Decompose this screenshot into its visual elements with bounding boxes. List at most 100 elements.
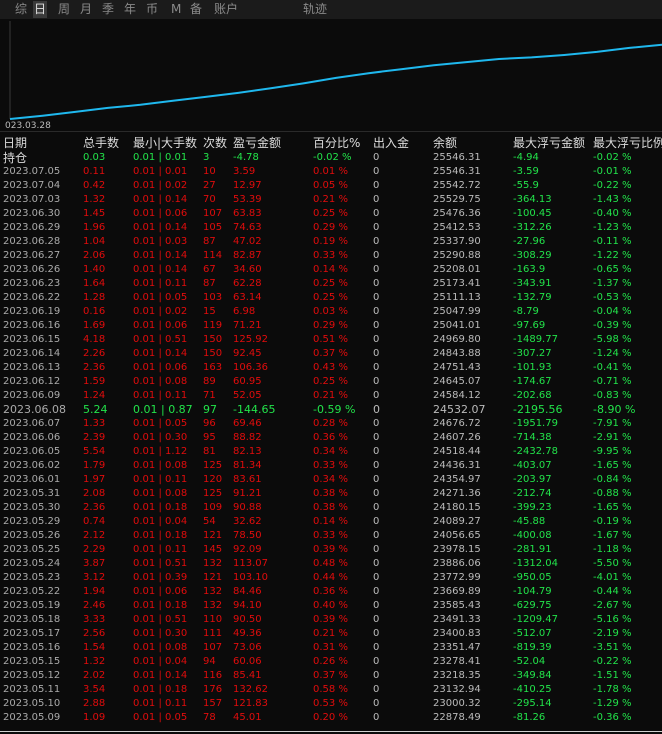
- cell-trade-count: 54: [203, 516, 216, 527]
- cell-balance: 25476.36: [433, 208, 481, 219]
- table-row[interactable]: 2023.05.11 3.54 0.01 | 0.18 176 132.62 0.58 %…: [0, 683, 662, 697]
- table-row[interactable]: 2023.05.16 1.54 0.01 | 0.08 107 73.06 0.31 % 0…: [0, 641, 662, 655]
- table-row[interactable]: 2023.06.23 1.64 0.01 | 0.11 87 62.28 0.25 % 0 2…: [0, 277, 662, 291]
- table-row[interactable]: 2023.06.09 1.24 0.01 | 0.11 71 52.05 0.21 % 0 2…: [0, 389, 662, 403]
- table-row[interactable]: 2023.06.02 1.79 0.01 | 0.08 125 81.34 0.33 % 0…: [0, 459, 662, 473]
- holding-max-floating-loss: -4.94: [513, 152, 539, 163]
- cell-balance: 25542.72: [433, 180, 481, 191]
- table-row[interactable]: 2023.05.24 3.87 0.01 | 0.51 132 113.07 0.48 %…: [0, 557, 662, 571]
- cell-max-floating-loss: -101.93: [513, 362, 552, 373]
- cell-pnl-amount: 53.39: [233, 194, 262, 205]
- table-row[interactable]: 2023.06.07 1.33 0.01 | 0.05 96 69.46 0.28 % 0 2…: [0, 417, 662, 431]
- table-row[interactable]: 2023.06.29 1.96 0.01 | 0.14 105 74.63 0.29 % 0…: [0, 221, 662, 235]
- table-row[interactable]: 2023.07.05 0.11 0.01 | 0.01 10 3.59 0.01 % 0 25…: [0, 165, 662, 179]
- table-row[interactable]: 2023.06.30 1.45 0.01 | 0.06 107 63.83 0.25 % 0…: [0, 207, 662, 221]
- cell-deposit-withdraw: 0: [373, 362, 380, 373]
- cell-trade-count: 71: [203, 390, 216, 401]
- table-row[interactable]: 2023.06.27 2.06 0.01 | 0.14 114 82.87 0.33 % 0…: [0, 249, 662, 263]
- table-row[interactable]: 2023.06.08 5.24 0.01 | 0.87 97 -144.65 -0.59 …: [0, 403, 662, 417]
- tab-8[interactable]: 备: [189, 1, 203, 18]
- table-row[interactable]: 2023.05.10 2.88 0.01 | 0.11 157 121.83 0.53 %…: [0, 697, 662, 711]
- cell-min-max-lots: 0.01 | 0.06: [133, 208, 188, 219]
- table-row[interactable]: 2023.05.22 1.94 0.01 | 0.06 132 84.46 0.36 % 0…: [0, 585, 662, 599]
- header-total-lots[interactable]: 总手数: [83, 136, 131, 151]
- cell-date: 2023.05.09: [3, 712, 61, 723]
- table-row[interactable]: 2023.06.15 4.18 0.01 | 0.51 150 125.92 0.51 %…: [0, 333, 662, 347]
- table-row[interactable]: 2023.05.25 2.29 0.01 | 0.11 145 92.09 0.39 % 0…: [0, 543, 662, 557]
- tab-3[interactable]: 月: [79, 1, 93, 18]
- tab-0[interactable]: 综: [14, 1, 28, 18]
- cell-pnl-amount: 88.82: [233, 432, 262, 443]
- table-row[interactable]: 2023.05.15 1.32 0.01 | 0.04 94 60.06 0.26 % 0 2…: [0, 655, 662, 669]
- table-row[interactable]: 2023.05.31 2.08 0.01 | 0.08 125 91.21 0.38 % 0…: [0, 487, 662, 501]
- tab-10[interactable]: 轨迹: [302, 1, 328, 18]
- header-max-floating-loss[interactable]: 最大浮亏金额: [513, 136, 591, 151]
- cell-pnl-amount: -144.65: [233, 403, 276, 416]
- cell-balance: 25173.41: [433, 278, 481, 289]
- tab-7[interactable]: M: [170, 1, 182, 18]
- header-trade-count[interactable]: 次数: [203, 136, 231, 151]
- cell-trade-count: 125: [203, 460, 223, 471]
- holding-total-lots: 0.03: [83, 152, 106, 163]
- tab-1[interactable]: 日: [33, 1, 48, 18]
- period-tab-bar: 综日周月季年币 M 备账户 轨迹: [0, 0, 662, 20]
- table-row[interactable]: 2023.05.09 1.09 0.01 | 0.05 78 45.01 0.20 % 0 2…: [0, 711, 662, 725]
- table-row[interactable]: 2023.06.12 1.59 0.01 | 0.08 89 60.95 0.25 % 0 2…: [0, 375, 662, 389]
- table-row[interactable]: 2023.05.29 0.74 0.01 | 0.04 54 32.62 0.14 % 0 2…: [0, 515, 662, 529]
- holding-row[interactable]: 持仓 0.03 0.01 | 0.01 3 -4.78 -0.02 % 0 25546.31 -…: [0, 151, 662, 165]
- cell-total-lots: 5.24: [83, 403, 108, 416]
- tab-2[interactable]: 周: [57, 1, 71, 18]
- table-row[interactable]: 2023.06.28 1.04 0.01 | 0.03 87 47.02 0.19 % 0 2…: [0, 235, 662, 249]
- cell-total-lots: 1.59: [83, 376, 106, 387]
- table-row[interactable]: 2023.05.26 2.12 0.01 | 0.18 121 78.50 0.33 % 0…: [0, 529, 662, 543]
- cell-balance: 24354.97: [433, 474, 481, 485]
- tab-4[interactable]: 季: [101, 1, 115, 18]
- table-row[interactable]: 2023.05.12 2.02 0.01 | 0.14 116 85.41 0.37 % 0…: [0, 669, 662, 683]
- table-row[interactable]: 2023.05.23 3.12 0.01 | 0.39 121 103.10 0.44 %…: [0, 571, 662, 585]
- cell-balance: 25546.31: [433, 166, 481, 177]
- cell-trade-count: 27: [203, 180, 216, 191]
- cell-pnl-amount: 34.60: [233, 264, 262, 275]
- table-row[interactable]: 2023.06.16 1.69 0.01 | 0.06 119 71.21 0.29 % 0…: [0, 319, 662, 333]
- cell-total-lots: 1.40: [83, 264, 106, 275]
- table-row[interactable]: 2023.07.03 1.32 0.01 | 0.14 70 53.39 0.21 % 0 2…: [0, 193, 662, 207]
- table-row[interactable]: 2023.05.17 2.56 0.01 | 0.30 111 49.36 0.21 % 0…: [0, 627, 662, 641]
- cell-deposit-withdraw: 0: [373, 334, 380, 345]
- table-row[interactable]: 2023.06.22 1.28 0.01 | 0.05 103 63.14 0.25 % 0…: [0, 291, 662, 305]
- tab-6[interactable]: 币: [145, 1, 159, 18]
- cell-max-floating-loss-pct: -0.53 %: [593, 292, 632, 303]
- table-row[interactable]: 2023.06.01 1.97 0.01 | 0.11 120 83.61 0.34 % 0…: [0, 473, 662, 487]
- cell-pnl-percent: 0.36 %: [313, 432, 348, 443]
- holding-min-max-lots: 0.01 | 0.01: [133, 152, 188, 163]
- table-row[interactable]: 2023.06.26 1.40 0.01 | 0.14 67 34.60 0.14 % 0 2…: [0, 263, 662, 277]
- cell-balance: 23772.99: [433, 572, 481, 583]
- table-row[interactable]: 2023.07.04 0.42 0.01 | 0.02 27 12.97 0.05 % 0 2…: [0, 179, 662, 193]
- header-date[interactable]: 日期: [3, 136, 81, 151]
- cell-min-max-lots: 0.01 | 0.11: [133, 474, 188, 485]
- header-deposit-withdraw[interactable]: 出入金: [373, 136, 431, 151]
- table-row[interactable]: 2023.06.06 2.39 0.01 | 0.30 95 88.82 0.36 % 0 2…: [0, 431, 662, 445]
- table-row[interactable]: 2023.06.05 5.54 0.01 | 1.12 81 82.13 0.34 % 0 2…: [0, 445, 662, 459]
- cell-trade-count: 145: [203, 544, 223, 555]
- header-pnl-percent[interactable]: 百分比%: [313, 136, 371, 151]
- table-row[interactable]: 2023.05.18 3.33 0.01 | 0.51 110 90.50 0.39 % 0…: [0, 613, 662, 627]
- cell-max-floating-loss-pct: -0.04 %: [593, 306, 632, 317]
- cell-balance: 25412.53: [433, 222, 481, 233]
- table-row[interactable]: 2023.05.19 2.46 0.01 | 0.18 132 94.10 0.40 % 0…: [0, 599, 662, 613]
- tab-5[interactable]: 年: [123, 1, 137, 18]
- table-row[interactable]: 2023.05.30 2.36 0.01 | 0.18 109 90.88 0.38 % 0…: [0, 501, 662, 515]
- cell-trade-count: 95: [203, 432, 216, 443]
- table-row[interactable]: 2023.06.13 2.36 0.01 | 0.06 163 106.36 0.43 %…: [0, 361, 662, 375]
- header-pnl-amount[interactable]: 盈亏金额: [233, 136, 311, 151]
- table-row[interactable]: 2023.06.14 2.26 0.01 | 0.14 150 92.45 0.37 % 0…: [0, 347, 662, 361]
- cell-deposit-withdraw: 0: [373, 194, 380, 205]
- equity-chart-svg: [9, 21, 662, 120]
- table-row[interactable]: 2023.06.19 0.16 0.01 | 0.02 15 6.98 0.03 % 0 25…: [0, 305, 662, 319]
- header-balance[interactable]: 余额: [433, 136, 511, 151]
- tab-9[interactable]: 账户: [213, 1, 239, 18]
- cell-deposit-withdraw: 0: [373, 250, 380, 261]
- cell-pnl-percent: 0.25 %: [313, 278, 348, 289]
- header-min-max-lots[interactable]: 最小|大手数: [133, 136, 201, 151]
- cell-trade-count: 89: [203, 376, 216, 387]
- header-max-floating-loss-pct[interactable]: 最大浮亏比例: [593, 136, 662, 151]
